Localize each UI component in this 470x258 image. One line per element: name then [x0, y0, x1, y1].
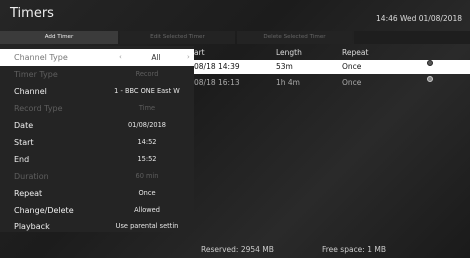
setting-value: 60 min	[135, 172, 159, 180]
setting-label: End	[14, 155, 30, 164]
chevron-right-icon[interactable]: ›	[187, 49, 190, 66]
setting-label: Channel	[14, 87, 47, 96]
timer-start: 08/18 16:13	[194, 78, 240, 87]
setting-label: Record Type	[14, 104, 63, 113]
timer-start: 08/18 14:39	[194, 62, 240, 71]
column-header-repeat: Repeat	[342, 48, 369, 57]
setting-value: 01/08/2018	[127, 121, 166, 129]
chevron-left-icon[interactable]: ‹	[119, 49, 122, 66]
timer-repeat: Once	[342, 78, 362, 87]
setting-label: Start	[14, 138, 34, 147]
setting-value: 1 - BBC ONE East W	[114, 87, 180, 95]
edit-timer-button[interactable]: Edit Selected Timer	[120, 31, 235, 44]
free-space: Free space: 1 MB	[322, 245, 386, 254]
setting-label: Repeat	[14, 189, 43, 198]
setting-value: 14:52	[137, 138, 157, 146]
add-timer-button[interactable]: Add Timer	[0, 31, 118, 44]
timers-screen: Timers 14:46 Wed 01/08/2018 Add Timer Ed…	[0, 0, 470, 258]
timer-settings-panel: Channel Type ‹ All › Timer Type Record C…	[0, 46, 194, 232]
column-header-length: Length	[276, 48, 302, 57]
setting-value: All	[151, 53, 161, 62]
setting-row-change-delete[interactable]: Change/Delete Allowed	[0, 202, 194, 219]
page-title: Timers	[10, 6, 54, 21]
setting-value: 15:52	[137, 155, 157, 163]
setting-label: Change/Delete	[14, 206, 74, 215]
setting-row-end[interactable]: End 15:52	[0, 151, 194, 168]
setting-row-record-type: Record Type Time	[0, 100, 194, 117]
setting-value: Allowed	[134, 206, 160, 214]
setting-label: Channel Type	[14, 53, 68, 62]
timer-list: art Length Repeat 08/18 14:39 53m Once 0…	[194, 46, 470, 241]
delete-timer-button[interactable]: Delete Selected Timer	[237, 31, 352, 44]
timer-row[interactable]: 08/18 14:39 53m Once	[194, 60, 470, 74]
setting-value: Record	[135, 70, 159, 78]
timer-length: 53m	[276, 62, 293, 71]
clock: 14:46 Wed 01/08/2018	[376, 14, 462, 23]
setting-value: Time	[138, 104, 156, 112]
setting-row-timer-type: Timer Type Record	[0, 66, 194, 83]
setting-label: Date	[14, 121, 34, 130]
setting-label: Duration	[14, 172, 49, 181]
setting-row-repeat[interactable]: Repeat Once	[0, 185, 194, 202]
setting-row-date[interactable]: Date 01/08/2018	[0, 117, 194, 134]
reserved-space: Reserved: 2954 MB	[201, 245, 274, 254]
storage-footer: Reserved: 2954 MB Free space: 1 MB	[0, 240, 470, 258]
button-bar-filler	[354, 31, 470, 44]
setting-row-channel[interactable]: Channel 1 - BBC ONE East W	[0, 83, 194, 100]
setting-label: Timer Type	[14, 70, 58, 79]
setting-row-playback[interactable]: Playback Use parental settin	[0, 218, 194, 235]
header: Timers 14:46 Wed 01/08/2018	[0, 0, 470, 30]
setting-row-duration: Duration 60 min	[0, 168, 194, 185]
button-bar: Add Timer Edit Selected Timer Delete Sel…	[0, 31, 470, 44]
setting-row-channel-type[interactable]: Channel Type ‹ All ›	[0, 49, 194, 66]
setting-label: Playback	[14, 222, 50, 231]
timer-repeat: Once	[342, 62, 362, 71]
timer-row[interactable]: 08/18 16:13 1h 4m Once	[194, 76, 470, 90]
setting-value: Use parental settin	[115, 222, 179, 230]
setting-row-start[interactable]: Start 14:52	[0, 134, 194, 151]
setting-value: Once	[138, 189, 156, 197]
timer-length: 1h 4m	[276, 78, 300, 87]
column-header-start: art	[194, 48, 205, 57]
